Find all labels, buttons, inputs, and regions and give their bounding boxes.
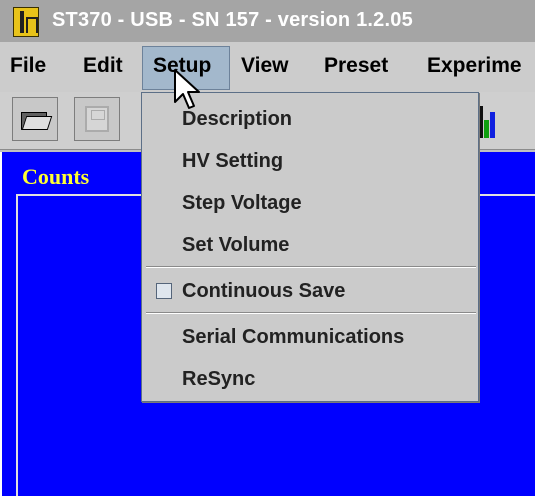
menu-separator <box>146 266 476 268</box>
counts-label: Counts <box>22 164 90 189</box>
menu-edit[interactable]: Edit <box>83 54 123 78</box>
menu-experiment[interactable]: Experime <box>427 54 522 78</box>
save-button[interactable] <box>74 97 120 141</box>
menu-item-hv-setting[interactable]: HV Setting <box>182 150 283 173</box>
open-folder-icon <box>21 108 53 130</box>
menu-item-serial-communications[interactable]: Serial Communications <box>182 326 404 349</box>
open-button[interactable] <box>12 97 58 141</box>
setup-dropdown-menu: Description HV Setting Step Voltage Set … <box>141 92 479 402</box>
menu-view[interactable]: View <box>241 54 288 78</box>
mouse-cursor-icon <box>174 69 200 109</box>
continuous-save-checkbox[interactable] <box>156 283 172 299</box>
menu-item-continuous-save[interactable]: Continuous Save <box>182 280 345 303</box>
title-bar: ST370 - USB - SN 157 - version 1.2.05 <box>0 0 535 42</box>
menu-item-step-voltage[interactable]: Step Voltage <box>182 192 302 215</box>
window-title: ST370 - USB - SN 157 - version 1.2.05 <box>52 9 413 31</box>
menu-item-resync[interactable]: ReSync <box>182 368 255 391</box>
menu-preset[interactable]: Preset <box>324 54 388 78</box>
menu-file[interactable]: File <box>10 54 46 78</box>
meter-icon <box>13 7 39 37</box>
menu-item-set-volume[interactable]: Set Volume <box>182 234 289 257</box>
save-disk-icon <box>85 106 109 132</box>
menu-separator <box>146 312 476 314</box>
